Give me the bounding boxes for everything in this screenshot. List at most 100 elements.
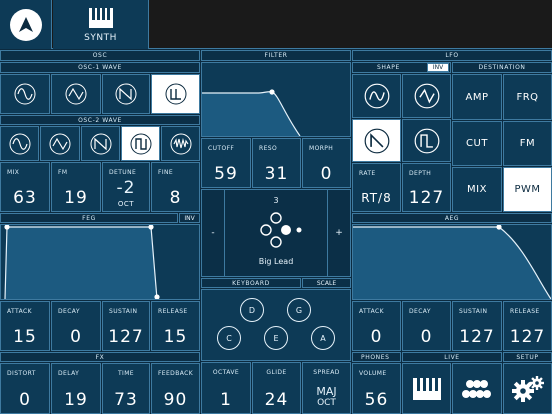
triangle-wave-icon xyxy=(49,133,71,154)
key-pad-c[interactable]: C xyxy=(217,326,241,350)
osc1-wave-sine[interactable] xyxy=(0,74,50,114)
feg-header: FEG xyxy=(0,213,178,223)
osc-param-fm[interactable]: FM 19 xyxy=(51,162,101,212)
lfo-dest-amp[interactable]: AMP xyxy=(452,74,502,120)
app-logo-button[interactable] xyxy=(0,0,52,49)
lfo-dest-fm[interactable]: FM xyxy=(503,121,552,166)
osc2-wave-saw[interactable] xyxy=(81,126,120,161)
osc2-wave-square[interactable] xyxy=(121,126,160,161)
aeg-param-sustain[interactable]: SUSTAIN 127 xyxy=(452,301,502,351)
fx-param-time[interactable]: TIME 73 xyxy=(102,363,150,414)
osc-detune-label: DETUNE xyxy=(109,169,137,176)
tab-synth-label: SYNTH xyxy=(84,33,117,43)
aeg-param-release[interactable]: RELEASE 127 xyxy=(503,301,552,351)
lfo-inv-toggle[interactable]: INV xyxy=(427,63,449,72)
osc-fine-value: 8 xyxy=(169,188,182,208)
saw-wave-icon xyxy=(364,128,389,153)
feg-param-attack[interactable]: ATTACK 15 xyxy=(0,301,50,351)
key-pad-e[interactable]: E xyxy=(264,326,288,350)
feg-param-decay[interactable]: DECAY 0 xyxy=(51,301,101,351)
lfo-shape-saw[interactable] xyxy=(352,119,401,162)
fx-delay-value: 19 xyxy=(64,390,88,410)
filter-cutoff-label: CUTOFF xyxy=(208,145,235,152)
lfo-dest-frq[interactable]: FRQ xyxy=(503,74,552,120)
key-a-label: A xyxy=(320,333,326,343)
osc-param-detune[interactable]: DETUNE -2 OCT xyxy=(102,162,150,212)
key-pad-d[interactable]: D xyxy=(240,298,264,322)
fx-param-feedback[interactable]: FEEDBACK 90 xyxy=(151,363,200,414)
osc1-wave-header: OSC-1 WAVE xyxy=(0,62,200,73)
filter-header: FILTER xyxy=(201,50,351,61)
lfo-param-depth[interactable]: DEPTH 127 xyxy=(402,163,451,212)
aeg-param-decay[interactable]: DECAY 0 xyxy=(402,301,451,351)
key-d-label: D xyxy=(248,305,256,315)
feg-sustain-label: SUSTAIN xyxy=(109,308,138,315)
aeg-envelope-graph xyxy=(353,225,551,299)
preset-next-label: + xyxy=(335,228,343,238)
filter-morph-value: 0 xyxy=(320,164,333,184)
filter-param-reso[interactable]: RESO 31 xyxy=(252,138,301,188)
lfo-shape-square[interactable] xyxy=(402,119,451,162)
filter-curve-display[interactable] xyxy=(201,62,351,137)
keyboard-param-spread[interactable]: SPREAD MAJ OCT xyxy=(302,362,351,414)
feg-envelope-display[interactable] xyxy=(0,224,200,300)
keyboard-scale-button[interactable]: SCALE xyxy=(302,278,351,288)
keyboard-param-glide[interactable]: GLIDE 24 xyxy=(252,362,301,414)
fx-time-label: TIME xyxy=(117,370,134,377)
osc-detune-value: -2 xyxy=(116,178,136,198)
feg-decay-value: 0 xyxy=(70,327,82,347)
lfo-param-rate[interactable]: RATE RT/8 xyxy=(352,163,401,212)
fx-param-distort[interactable]: DISTORT 0 xyxy=(0,363,50,414)
lfo-dest-cut[interactable]: CUT xyxy=(452,121,502,166)
osc1-wave-saw[interactable] xyxy=(102,74,150,114)
square-wave-icon xyxy=(414,128,439,153)
feg-param-release[interactable]: RELEASE 15 xyxy=(151,301,200,351)
aeg-envelope-display[interactable] xyxy=(352,224,552,300)
aeg-decay-label: DECAY xyxy=(409,308,431,315)
lfo-header: LFO xyxy=(352,50,552,61)
osc1-wave-square[interactable] xyxy=(151,74,200,114)
phones-volume[interactable]: VOLUME 56 xyxy=(352,363,401,414)
osc2-wave-noise[interactable] xyxy=(161,126,200,161)
fx-param-delay[interactable]: DELAY 19 xyxy=(51,363,101,414)
feg-inv-toggle[interactable]: INV xyxy=(179,213,200,223)
filter-reso-label: RESO xyxy=(259,145,278,152)
osc-param-fine[interactable]: FINE 8 xyxy=(151,162,200,212)
lfo-shape-sine[interactable] xyxy=(352,74,401,118)
live-pads-button[interactable] xyxy=(452,363,502,414)
pads-icon xyxy=(462,379,491,398)
osc2-wave-sine[interactable] xyxy=(0,126,39,161)
keyboard-glide-label: GLIDE xyxy=(266,369,287,376)
osc2-wave-triangle[interactable] xyxy=(40,126,80,161)
filter-param-morph[interactable]: MORPH 0 xyxy=(302,138,351,188)
tab-synth[interactable]: SYNTH xyxy=(53,0,149,49)
osc-fm-label: FM xyxy=(58,169,68,176)
lfo-dest-pwm[interactable]: PWM xyxy=(503,167,552,212)
key-pad-a[interactable]: A xyxy=(311,326,335,350)
phones-volume-value: 56 xyxy=(364,390,389,410)
preset-prev-button[interactable]: - xyxy=(201,189,225,277)
fx-distort-value: 0 xyxy=(19,390,31,410)
phones-volume-label: VOLUME xyxy=(359,370,387,377)
keyboard-spread-label: SPREAD xyxy=(313,369,340,376)
noise-wave-icon xyxy=(170,133,191,154)
keyboard-param-octave[interactable]: OCTAVE 1 xyxy=(201,362,251,414)
osc-fine-label: FINE xyxy=(158,169,174,176)
lfo-shape-triangle[interactable] xyxy=(402,74,451,118)
osc-header: OSC xyxy=(0,50,200,61)
filter-param-cutoff[interactable]: CUTOFF 59 xyxy=(201,138,251,188)
preset-number: 3 xyxy=(273,196,279,205)
setup-button[interactable] xyxy=(503,363,552,414)
feg-param-sustain[interactable]: SUSTAIN 127 xyxy=(102,301,150,351)
preset-next-button[interactable]: + xyxy=(327,189,351,277)
keyboard-octave-value: 1 xyxy=(220,390,232,410)
lfo-dest-mix[interactable]: MIX xyxy=(452,167,502,212)
osc-param-mix[interactable]: MIX 63 xyxy=(0,162,50,212)
aeg-decay-value: 0 xyxy=(420,327,433,347)
live-keyboard-button[interactable] xyxy=(402,363,451,414)
fx-time-value: 73 xyxy=(114,390,138,410)
key-pad-g[interactable]: G xyxy=(287,298,311,322)
aeg-header: AEG xyxy=(352,213,552,223)
aeg-param-attack[interactable]: ATTACK 0 xyxy=(352,301,401,351)
osc1-wave-triangle[interactable] xyxy=(51,74,101,114)
